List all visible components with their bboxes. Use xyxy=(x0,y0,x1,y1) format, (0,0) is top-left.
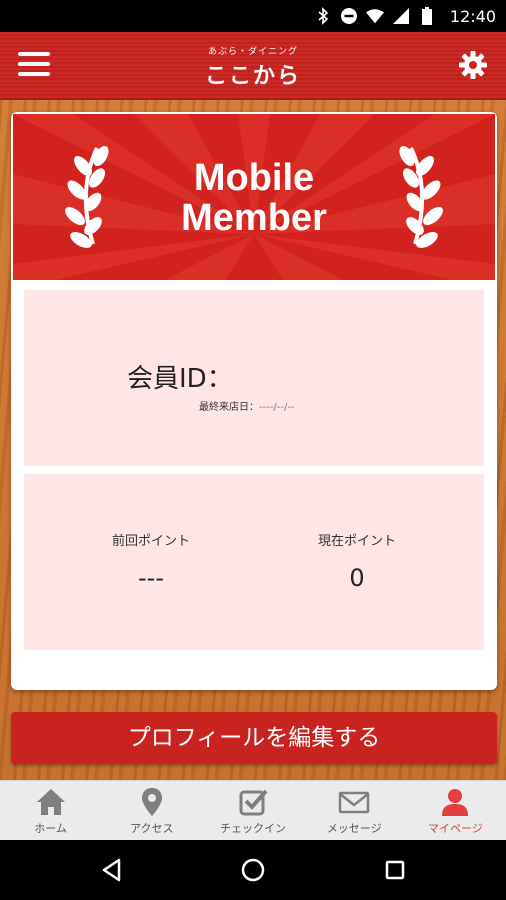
member-banner: Mobile Member xyxy=(13,114,495,280)
map-pin-icon xyxy=(141,788,162,816)
main-content: Mobile Member 会員ID： 最終来店日：----/--/-- 前回ポ… xyxy=(0,100,506,780)
status-bar: 12:40 xyxy=(0,0,506,32)
current-points-value: 0 xyxy=(349,564,365,592)
tab-mypage-label: マイページ xyxy=(428,822,483,835)
previous-points-value: --- xyxy=(138,564,164,592)
battery-icon xyxy=(418,7,436,25)
tab-message[interactable]: メッセージ xyxy=(304,781,405,840)
current-points-label: 現在ポイント xyxy=(317,534,396,549)
member-id-label: 会員ID： xyxy=(127,364,233,394)
laurel-right-icon xyxy=(399,146,443,248)
system-nav-bar xyxy=(0,840,506,900)
envelope-icon xyxy=(338,791,370,814)
bottom-tab-bar: ホーム アクセス チェックイン メッセージ マイページ xyxy=(0,780,506,840)
home-button-icon[interactable] xyxy=(238,855,268,885)
user-icon xyxy=(442,789,469,816)
tab-message-label: メッセージ xyxy=(326,822,382,835)
last-visit-value: ----/--/-- xyxy=(259,402,295,413)
logo-subtitle: あぶら・ダイニング xyxy=(207,47,298,57)
tab-access-label: アクセス xyxy=(130,822,174,835)
tab-checkin-label: チェックイン xyxy=(220,822,286,835)
clock: 12:40 xyxy=(449,6,496,26)
app-logo: あぶら・ダイニング ここから xyxy=(0,44,506,90)
status-icons: 12:40 xyxy=(314,0,496,32)
bluetooth-icon xyxy=(314,7,332,25)
checkbox-icon xyxy=(239,789,268,816)
previous-points-label: 前回ポイント xyxy=(111,534,190,549)
tab-home[interactable]: ホーム xyxy=(0,781,101,840)
gear-icon[interactable] xyxy=(458,50,488,80)
logo-title: ここから xyxy=(204,63,301,89)
home-icon xyxy=(36,789,65,815)
member-card: Mobile Member 会員ID： 最終来店日：----/--/-- 前回ポ… xyxy=(11,112,497,690)
tab-checkin[interactable]: チェックイン xyxy=(202,781,303,840)
edit-profile-button[interactable]: プロフィールを編集する xyxy=(11,712,497,764)
signal-icon xyxy=(392,7,410,25)
tab-access[interactable]: アクセス xyxy=(101,781,202,840)
recents-icon[interactable] xyxy=(380,855,410,885)
points-panel: 前回ポイント --- 現在ポイント 0 xyxy=(24,474,484,650)
last-visit-label: 最終来店日： xyxy=(199,402,259,413)
last-visit: 最終来店日：----/--/-- xyxy=(199,398,295,413)
wifi-icon xyxy=(365,7,384,25)
tab-mypage[interactable]: マイページ xyxy=(405,781,506,840)
member-id-panel: 会員ID： 最終来店日：----/--/-- xyxy=(24,290,484,466)
tab-home-label: ホーム xyxy=(34,822,67,835)
do-not-disturb-icon xyxy=(340,7,358,25)
back-icon[interactable] xyxy=(97,855,127,885)
app-header: あぶら・ダイニング ここから xyxy=(0,32,506,100)
